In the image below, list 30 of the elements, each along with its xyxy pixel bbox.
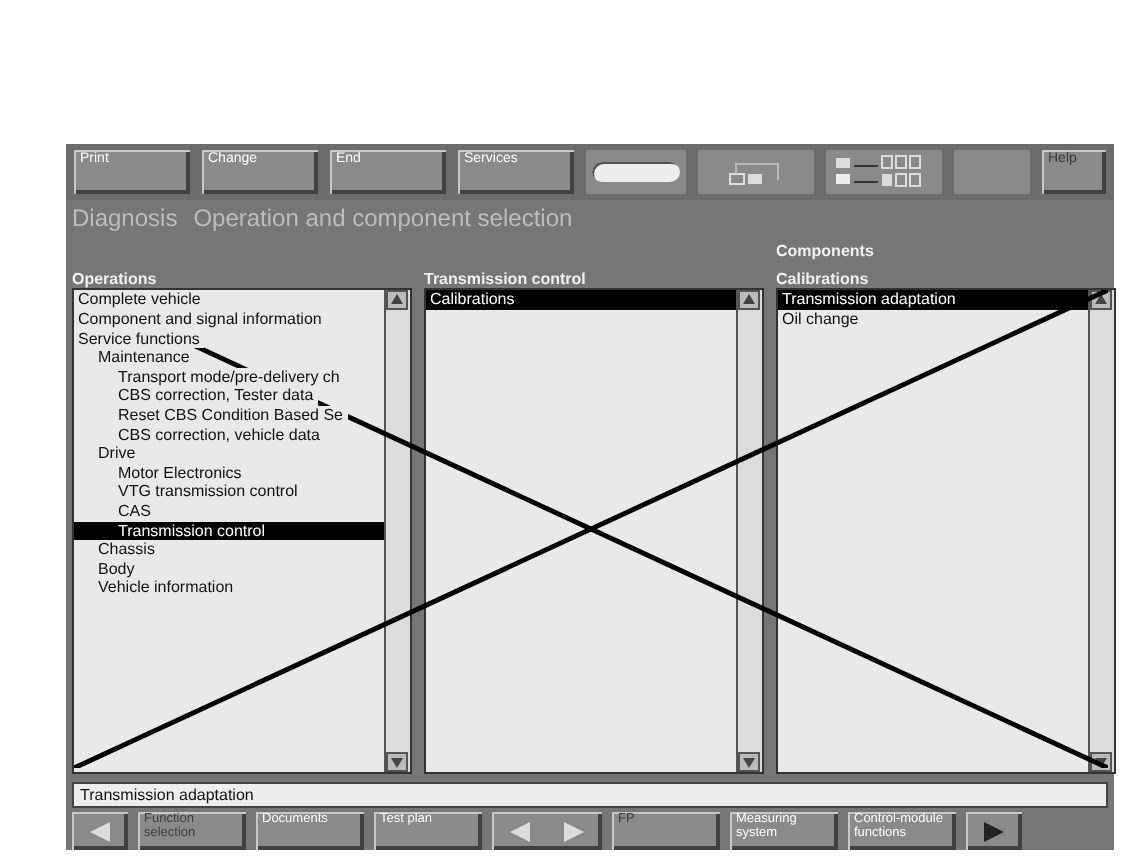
scroll-down-icon[interactable] <box>738 752 760 773</box>
left-arrow-icon <box>505 819 534 844</box>
column-header: Transmission control <box>424 270 588 289</box>
right-arrow-icon <box>980 819 1008 844</box>
column-header: Operations <box>72 270 159 289</box>
column-supheader: Components <box>776 242 876 261</box>
left-arrow-icon <box>86 819 114 844</box>
page-arrows-button[interactable] <box>492 812 602 850</box>
column-header: Calibrations <box>776 270 871 289</box>
oval-display <box>586 150 686 194</box>
back-button[interactable] <box>72 812 128 850</box>
area-title: Diagnosis <box>72 203 178 234</box>
list-item[interactable]: Service functions <box>74 329 204 349</box>
blank-panel <box>954 150 1030 194</box>
status-field: Transmission adaptation <box>72 782 1108 809</box>
scroll-down-icon[interactable] <box>386 752 408 773</box>
list-item[interactable]: Transmission adaptation <box>778 290 1088 311</box>
forward-button[interactable] <box>966 812 1022 850</box>
list-item[interactable]: Calibrations <box>426 290 736 311</box>
screen-title: Operation and component selection <box>193 203 573 234</box>
list-item[interactable]: Component and signal information <box>74 310 326 330</box>
scrollbar[interactable] <box>1088 290 1114 773</box>
list-item[interactable]: Oil change <box>778 310 863 330</box>
scroll-up-icon[interactable] <box>738 290 760 311</box>
scroll-up-icon[interactable] <box>386 290 408 311</box>
scrollbar[interactable] <box>384 290 410 773</box>
list-item[interactable]: Complete vehicle <box>74 290 205 311</box>
scrollbar[interactable] <box>736 290 762 773</box>
right-arrow-icon <box>560 819 589 844</box>
list-item[interactable]: Transmission control <box>74 521 384 541</box>
